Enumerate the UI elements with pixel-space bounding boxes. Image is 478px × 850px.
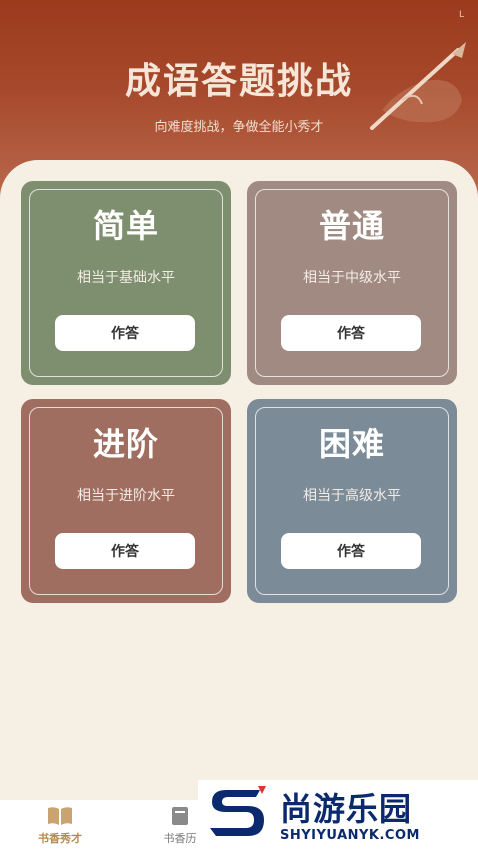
level-description: 相当于高级水平	[303, 488, 401, 504]
book-open-icon	[48, 807, 72, 825]
answer-button-normal[interactable]: 作答	[281, 315, 421, 351]
level-title: 普通	[318, 207, 385, 245]
answer-button-easy[interactable]: 作答	[55, 315, 195, 351]
s-logo-icon	[210, 786, 266, 836]
watermark-url: SHYIYUANYK.COM	[280, 828, 420, 843]
level-card-easy: 简单 相当于基础水平 作答	[21, 181, 231, 385]
book-icon	[172, 807, 188, 825]
tab-scholar[interactable]: 书香秀才	[20, 806, 100, 846]
answer-button-advanced[interactable]: 作答	[55, 533, 195, 569]
level-title: 简单	[92, 207, 159, 245]
status-indicator: L	[458, 10, 464, 20]
level-title: 进阶	[92, 425, 159, 463]
answer-button-hard[interactable]: 作答	[281, 533, 421, 569]
tab-label: 书香秀才	[38, 832, 82, 845]
page-title: 成语答题挑战	[124, 61, 353, 102]
watermark-title: 尚游乐园	[280, 790, 413, 828]
site-watermark: 尚游乐园 SHYIYUANYK.COM	[198, 780, 478, 850]
level-card-advanced: 进阶 相当于进阶水平 作答	[21, 399, 231, 603]
page-subtitle: 向难度挑战，争做全能小秀才	[154, 120, 324, 135]
level-description: 相当于中级水平	[303, 270, 401, 286]
level-title: 困难	[318, 425, 385, 463]
level-card-hard: 困难 相当于高级水平 作答	[247, 399, 457, 603]
level-description: 相当于基础水平	[77, 270, 175, 286]
level-description: 相当于进阶水平	[77, 488, 175, 504]
level-card-normal: 普通 相当于中级水平 作答	[247, 181, 457, 385]
